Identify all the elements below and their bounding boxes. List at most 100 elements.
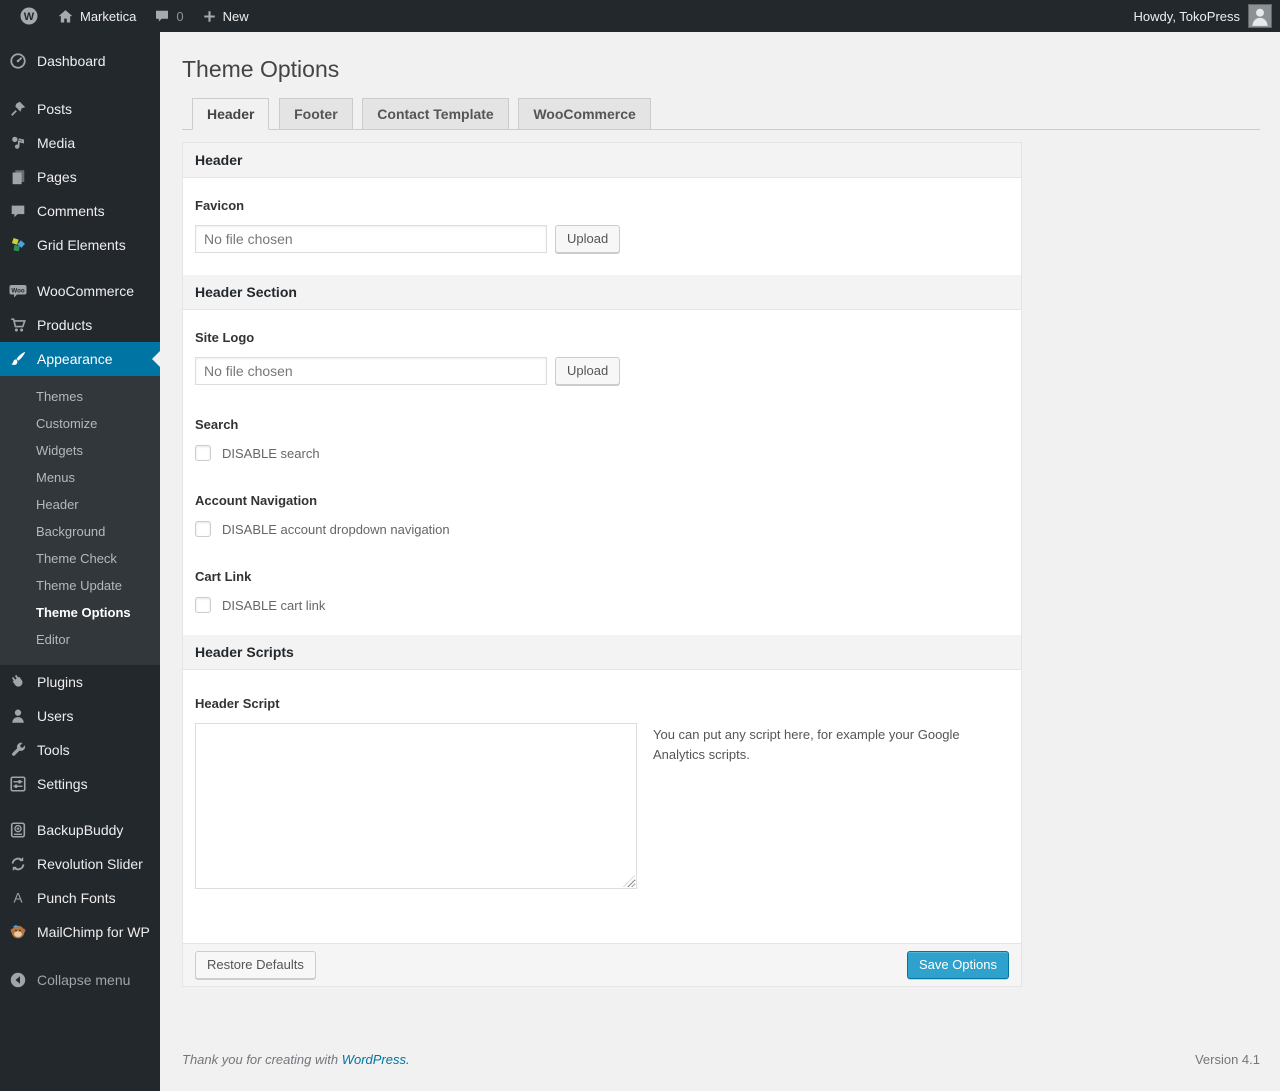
media-icon — [8, 134, 28, 152]
submenu-item-theme-check[interactable]: Theme Check — [0, 545, 160, 572]
revolution-slider-icon — [8, 855, 28, 873]
new-label: New — [222, 8, 249, 24]
disable-account-navigation-label: DISABLE account dropdown navigation — [222, 521, 450, 537]
site-logo-file-input[interactable] — [195, 357, 547, 385]
comment-bubble-icon — [154, 8, 170, 24]
sidebar-item-grid-elements[interactable]: Grid Elements — [0, 228, 160, 262]
page-footer: Thank you for creating with WordPress. V… — [160, 1052, 1280, 1091]
disable-cart-link-label: DISABLE cart link — [222, 597, 326, 613]
section-header-scripts-bar: Header Scripts — [183, 635, 1021, 670]
plugin-icon — [8, 673, 28, 691]
wordpress-logo-icon[interactable]: W — [10, 0, 48, 32]
submenu-item-menus[interactable]: Menus — [0, 464, 160, 491]
backup-icon — [8, 821, 28, 839]
sidebar-item-appearance[interactable]: Appearance — [0, 342, 160, 376]
panel-footer: Restore Defaults Save Options — [183, 943, 1021, 986]
footer-version: Version 4.1 — [1194, 1052, 1260, 1067]
disable-search-checkbox[interactable] — [195, 445, 211, 461]
section-header-bar: Header — [183, 143, 1021, 178]
cart-link-label: Cart Link — [195, 569, 252, 584]
sidebar-item-woocommerce[interactable]: Woo WooCommerce — [0, 274, 160, 308]
favicon-file-input[interactable] — [195, 225, 547, 253]
sidebar-item-plugins[interactable]: Plugins — [0, 665, 160, 699]
page-title: Theme Options — [182, 56, 340, 82]
sidebar-item-products[interactable]: Products — [0, 308, 160, 342]
pin-icon — [8, 100, 28, 118]
tab-footer[interactable]: Footer — [279, 98, 353, 129]
sidebar-item-posts[interactable]: Posts — [0, 92, 160, 126]
save-options-button[interactable]: Save Options — [906, 951, 1009, 979]
submenu-item-customize[interactable]: Customize — [0, 410, 160, 437]
favicon-upload-button[interactable]: Upload — [555, 225, 621, 253]
site-name: Marketica — [80, 8, 137, 24]
dashboard-icon — [8, 52, 28, 70]
svg-text:A: A — [13, 891, 22, 906]
svg-text:Woo: Woo — [11, 287, 25, 294]
submenu-item-widgets[interactable]: Widgets — [0, 437, 160, 464]
sidebar-item-tools[interactable]: Tools — [0, 733, 160, 767]
site-name-link[interactable]: Marketica — [48, 0, 145, 32]
section-header-section-bar: Header Section — [183, 275, 1021, 310]
account-navigation-label: Account Navigation — [195, 493, 318, 508]
admin-bar-comments[interactable]: 0 — [145, 0, 192, 32]
site-logo-label: Site Logo — [195, 330, 255, 345]
admin-bar: W Marketica 0 New Howdy, TokoPress — [0, 0, 1280, 32]
collapse-menu-button[interactable]: Collapse menu — [0, 963, 160, 997]
home-icon — [57, 8, 74, 25]
sidebar-item-backupbuddy[interactable]: BackupBuddy — [0, 813, 160, 847]
paintbrush-icon — [8, 350, 28, 368]
sidebar-item-media[interactable]: Media — [0, 126, 160, 160]
wrench-icon — [8, 741, 28, 759]
search-label: Search — [195, 417, 239, 432]
main-content: Theme Options Header Footer Contact Temp… — [160, 32, 1280, 1091]
collapse-icon — [8, 971, 28, 989]
mailchimp-icon — [8, 923, 28, 941]
sidebar-item-revolution-slider[interactable]: Revolution Slider — [0, 847, 160, 881]
sidebar-item-users[interactable]: Users — [0, 699, 160, 733]
cart-icon — [8, 316, 28, 334]
howdy-account-link[interactable]: Howdy, TokoPress — [1134, 9, 1248, 24]
sidebar-item-dashboard[interactable]: Dashboard — [0, 44, 160, 78]
sidebar-item-comments[interactable]: Comments — [0, 194, 160, 228]
users-icon — [8, 707, 28, 725]
settings-icon — [8, 775, 28, 793]
new-content-button[interactable]: New — [193, 0, 258, 32]
svg-text:W: W — [24, 11, 35, 23]
header-script-label: Header Script — [195, 696, 280, 711]
footer-thanks: Thank you for creating with WordPress. — [182, 1052, 410, 1067]
sidebar-menu: Dashboard Posts Media Pages Comments Gri… — [0, 32, 160, 1091]
appearance-submenu: Themes Customize Widgets Menus Header Ba… — [0, 376, 160, 665]
tab-woocommerce[interactable]: WooCommerce — [518, 98, 651, 129]
font-icon: A — [8, 889, 28, 907]
tab-contact-template[interactable]: Contact Template — [362, 98, 509, 129]
submenu-item-editor[interactable]: Editor — [0, 626, 160, 653]
site-logo-upload-button[interactable]: Upload — [555, 357, 621, 385]
plus-icon — [202, 9, 217, 24]
comments-icon — [8, 202, 28, 220]
submenu-item-themes[interactable]: Themes — [0, 383, 160, 410]
pages-icon — [8, 168, 28, 186]
submenu-item-theme-options[interactable]: Theme Options — [0, 599, 160, 626]
submenu-item-header[interactable]: Header — [0, 491, 160, 518]
submenu-item-background[interactable]: Background — [0, 518, 160, 545]
tab-header[interactable]: Header — [192, 98, 270, 130]
grid-elements-icon — [8, 236, 28, 254]
header-script-help: You can put any script here, for example… — [653, 727, 960, 763]
sidebar-item-mailchimp[interactable]: MailChimp for WP — [0, 915, 160, 949]
theme-options-panel: Header Favicon Upload Header Section Sit… — [182, 142, 1022, 987]
disable-search-label: DISABLE search — [222, 445, 320, 461]
theme-options-tabs: Header Footer Contact Template WooCommer… — [182, 98, 1260, 130]
disable-account-navigation-checkbox[interactable] — [195, 521, 211, 537]
avatar[interactable] — [1248, 4, 1272, 28]
disable-cart-link-checkbox[interactable] — [195, 597, 211, 613]
sidebar-item-pages[interactable]: Pages — [0, 160, 160, 194]
submenu-item-theme-update[interactable]: Theme Update — [0, 572, 160, 599]
comment-count: 0 — [176, 8, 184, 24]
woocommerce-icon: Woo — [8, 281, 28, 301]
favicon-label: Favicon — [195, 198, 245, 213]
header-script-textarea[interactable] — [195, 723, 637, 889]
wordpress-link[interactable]: WordPress. — [342, 1052, 410, 1067]
restore-defaults-button[interactable]: Restore Defaults — [195, 951, 316, 979]
sidebar-item-settings[interactable]: Settings — [0, 767, 160, 801]
sidebar-item-punch-fonts[interactable]: A Punch Fonts — [0, 881, 160, 915]
